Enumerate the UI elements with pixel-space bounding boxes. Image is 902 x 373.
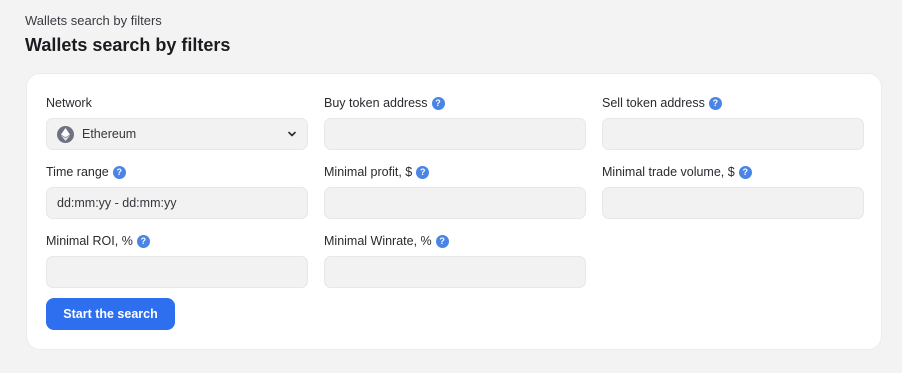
breadcrumb: Wallets search by filters <box>25 13 162 28</box>
time-range-field: Time range ? dd:mm:yy - dd:mm:yy <box>46 164 308 219</box>
min-trade-volume-input[interactable] <box>602 187 864 219</box>
filters-card: Network Ethereum Buy token address ? Sel… <box>26 73 882 350</box>
min-trade-volume-label: Minimal trade volume, $ ? <box>602 164 864 180</box>
help-icon[interactable]: ? <box>435 234 449 248</box>
ethereum-icon <box>57 125 74 143</box>
help-icon[interactable]: ? <box>738 165 752 179</box>
min-roi-label: Minimal ROI, % ? <box>46 233 308 249</box>
time-range-label: Time range ? <box>46 164 308 180</box>
buy-token-field: Buy token address ? <box>324 95 586 150</box>
min-winrate-label: Minimal Winrate, % ? <box>324 233 586 249</box>
time-range-input[interactable]: dd:mm:yy - dd:mm:yy <box>46 187 308 219</box>
help-icon[interactable]: ? <box>708 96 722 110</box>
help-icon[interactable]: ? <box>431 96 445 110</box>
min-winrate-field: Minimal Winrate, % ? <box>324 233 586 288</box>
min-roi-input[interactable] <box>46 256 308 288</box>
help-icon[interactable]: ? <box>136 234 150 248</box>
min-winrate-input[interactable] <box>324 256 586 288</box>
min-trade-volume-field: Minimal trade volume, $ ? <box>602 164 864 219</box>
buy-token-label: Buy token address ? <box>324 95 586 111</box>
sell-token-field: Sell token address ? <box>602 95 864 150</box>
min-profit-label: Minimal profit, $ ? <box>324 164 586 180</box>
network-field: Network Ethereum <box>46 95 308 150</box>
help-icon[interactable]: ? <box>416 165 430 179</box>
page-title: Wallets search by filters <box>25 35 231 55</box>
min-profit-field: Minimal profit, $ ? <box>324 164 586 219</box>
buy-token-input[interactable] <box>324 118 586 150</box>
network-label: Network <box>46 96 92 110</box>
network-selected-value: Ethereum <box>82 127 137 141</box>
start-search-button[interactable]: Start the search <box>46 298 175 330</box>
sell-token-label: Sell token address ? <box>602 95 864 111</box>
min-roi-field: Minimal ROI, % ? <box>46 233 308 288</box>
network-select[interactable]: Ethereum <box>46 118 308 150</box>
sell-token-input[interactable] <box>602 118 864 150</box>
chevron-down-icon <box>288 131 296 137</box>
min-profit-input[interactable] <box>324 187 586 219</box>
help-icon[interactable]: ? <box>112 165 126 179</box>
